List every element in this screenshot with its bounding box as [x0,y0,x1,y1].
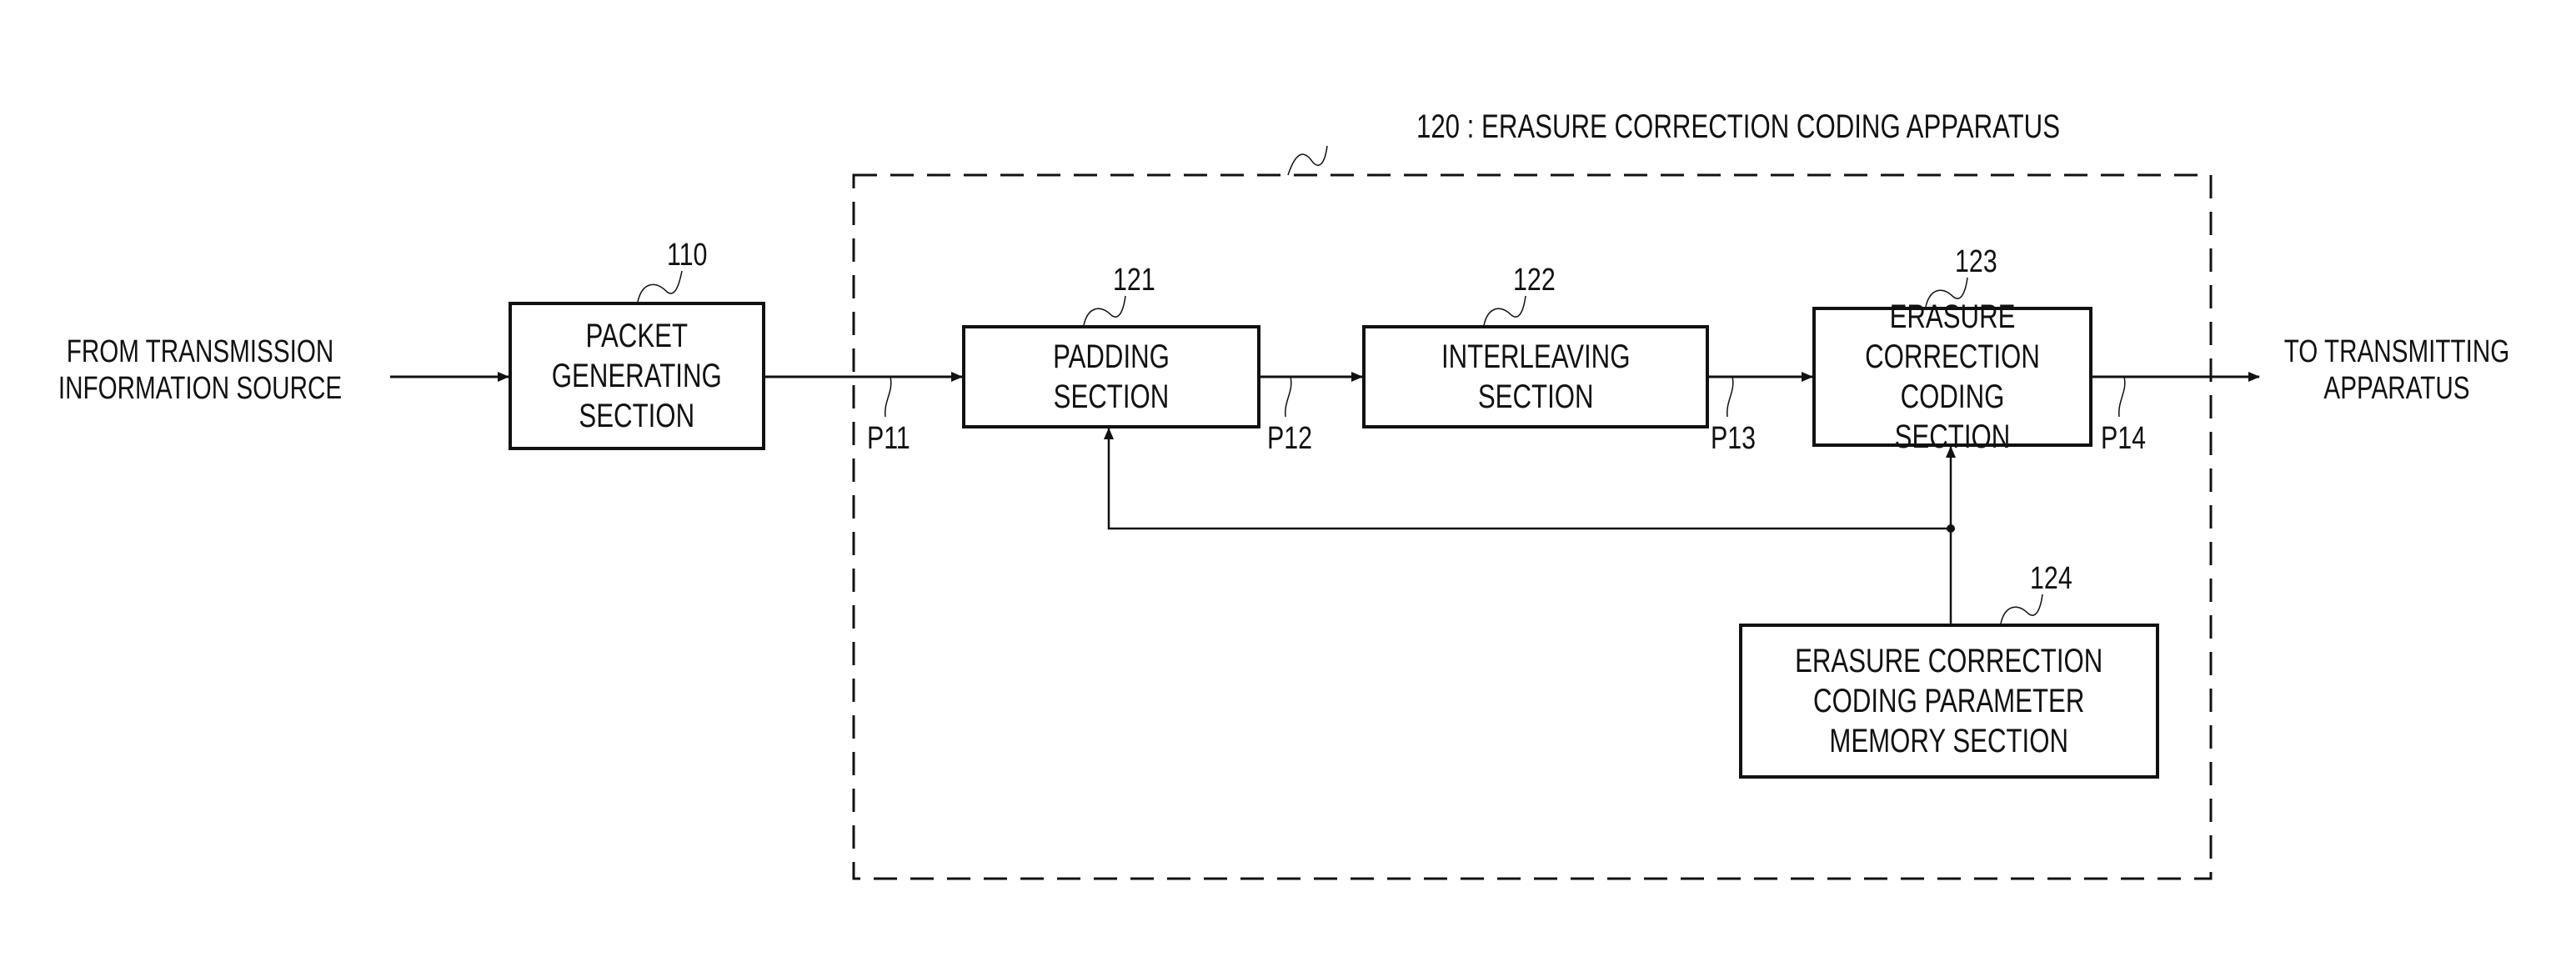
block-text: PACKET GENERATING SECTION [552,318,722,434]
block-text: ERASURE CORRECTION CODING PARAMETER MEMO… [1795,643,2103,759]
ref-121: 121 [1113,263,1155,298]
block-text: ERASURE CORRECTION CODING SECTION [1865,298,2040,455]
input-label: FROM TRANSMISSION INFORMATION SOURCE [58,334,343,406]
ref-123: 123 [1955,244,1997,279]
leader-p13 [1727,376,1734,418]
signal-p14: P14 [2101,421,2147,456]
signal-p12: P12 [1267,421,1313,456]
block-text: INTERLEAVING SECTION [1441,338,1631,415]
ref-124: 124 [2030,561,2072,596]
leader-124 [2000,594,2043,624]
signal-p11: P11 [867,421,910,456]
erasure-correction-coding-section: ERASURE CORRECTION CODING SECTION [1812,298,2092,455]
signal-p13: P13 [1711,421,1757,456]
leader-p14 [2118,376,2126,418]
packet-generating-section: PACKET GENERATING SECTION [509,302,765,450]
leader-120 [1287,145,1328,176]
ref-122: 122 [1513,263,1556,298]
interleaving-section: INTERLEAVING SECTION [1362,325,1709,428]
parameter-memory-section: ERASURE CORRECTION CODING PARAMETER MEMO… [1739,624,2159,779]
output-label: TO TRANSMITTING APPARATUS [2283,334,2510,406]
leader-121 [1083,295,1126,326]
junction-dot [1947,524,1955,533]
ref-110: 110 [667,238,708,273]
leader-p12 [1285,376,1292,418]
leader-122 [1483,295,1526,326]
block-text: PADDING SECTION [1053,338,1170,415]
leader-p11 [885,376,892,418]
padding-section: PADDING SECTION [962,325,1260,428]
diagram-lines [390,145,2260,880]
apparatus-title: 120 : ERASURE CORRECTION CODING APPARATU… [1416,108,2061,145]
leader-110 [637,270,683,303]
